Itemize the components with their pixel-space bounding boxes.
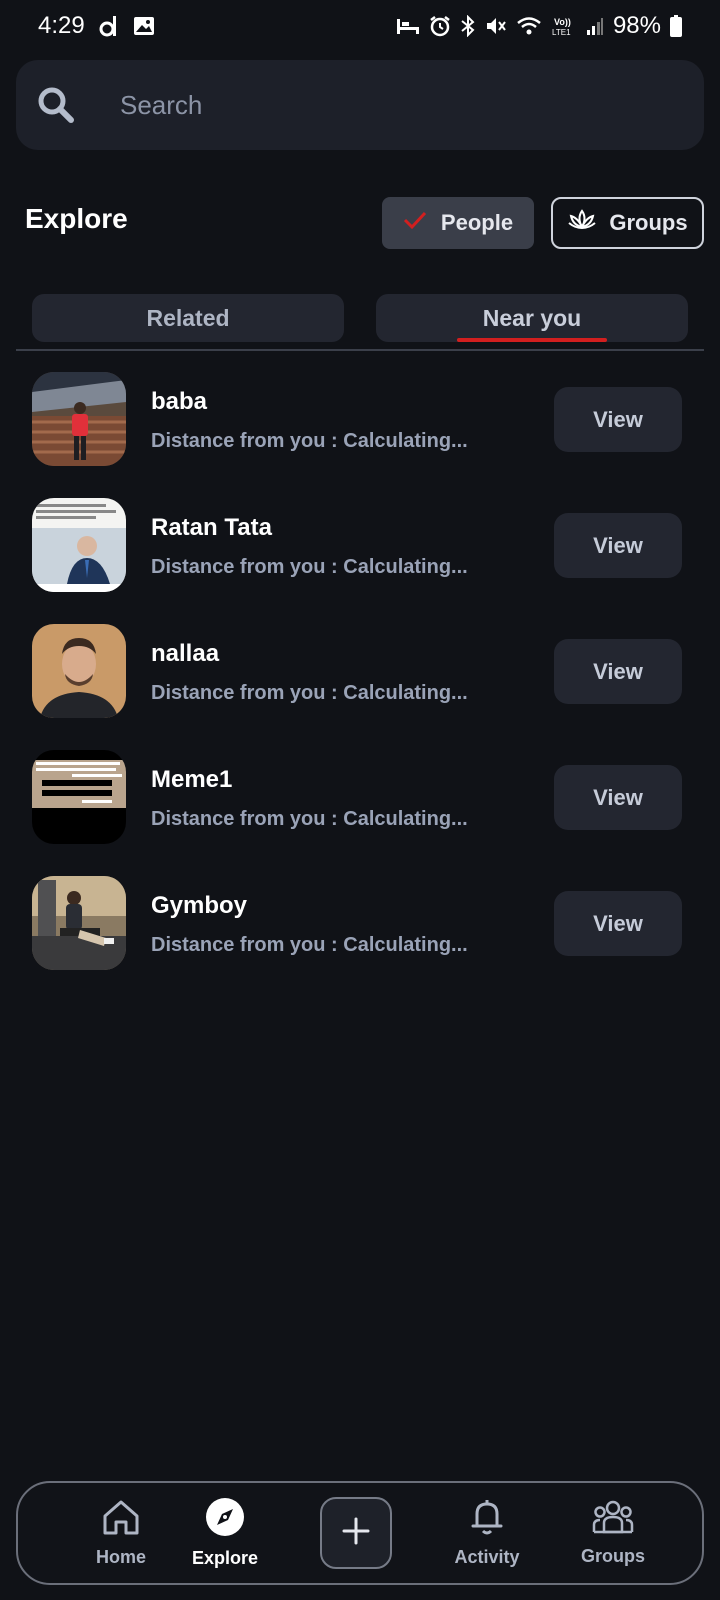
plus-icon [341, 1516, 371, 1551]
groups-filter-button[interactable]: Groups [551, 197, 704, 249]
nav-explore-label: Explore [191, 1548, 259, 1568]
avatar[interactable] [32, 498, 126, 592]
check-icon [403, 210, 427, 236]
bed-icon [396, 17, 420, 35]
nav-home-label: Home [95, 1547, 146, 1567]
view-button[interactable]: View [554, 765, 682, 830]
view-button[interactable]: View [554, 891, 682, 956]
bottom-nav: Home Explore Activity Groups [16, 1481, 704, 1585]
battery-icon [670, 15, 682, 37]
user-distance: Distance from you : Calculating... [151, 556, 468, 578]
add-post-button[interactable] [320, 1497, 392, 1569]
groups-filter-label: Groups [609, 210, 688, 235]
active-tab-indicator [457, 338, 607, 342]
search-input[interactable] [120, 89, 680, 121]
list-item: Ratan Tata Distance from you : Calculati… [0, 498, 720, 624]
volte-icon: Vo)) LTE1 [551, 15, 577, 37]
user-name: nallaa [151, 640, 220, 667]
list-item: nallaa Distance from you : Calculating..… [0, 624, 720, 750]
avatar[interactable] [32, 372, 126, 466]
nav-groups[interactable]: Groups [558, 1483, 668, 1583]
gallery-icon [133, 16, 155, 36]
svg-text:LTE1: LTE1 [552, 28, 571, 37]
view-button[interactable]: View [554, 513, 682, 578]
lotus-icon [567, 209, 597, 237]
avatar[interactable] [32, 624, 126, 718]
tabs-divider [16, 349, 704, 351]
nav-activity-label: Activity [454, 1547, 520, 1567]
compass-icon [205, 1497, 245, 1542]
avatar[interactable] [32, 876, 126, 970]
search-icon [36, 85, 76, 125]
nav-home[interactable]: Home [66, 1483, 176, 1583]
signal-icon [586, 16, 604, 36]
wifi-icon [516, 16, 542, 36]
nav-activity[interactable]: Activity [432, 1483, 542, 1583]
status-time: 4:29 [38, 12, 85, 39]
mute-icon [485, 16, 507, 36]
user-distance: Distance from you : Calculating... [151, 430, 468, 452]
bell-icon [469, 1498, 505, 1541]
bluetooth-icon [460, 15, 476, 37]
d-app-icon [99, 15, 119, 37]
user-name: Ratan Tata [151, 514, 272, 541]
user-distance: Distance from you : Calculating... [151, 808, 468, 830]
user-name: baba [151, 388, 208, 415]
status-left: 4:29 [38, 12, 155, 40]
avatar[interactable] [32, 750, 126, 844]
user-distance: Distance from you : Calculating... [151, 934, 468, 956]
user-name: Meme1 [151, 766, 233, 793]
people-filter-label: People [440, 210, 514, 235]
user-name: Gymboy [151, 892, 248, 919]
search-bar[interactable] [16, 60, 704, 150]
nav-groups-label: Groups [580, 1546, 645, 1566]
status-bar: 4:29 Vo)) LTE1 98% [0, 0, 720, 52]
view-button[interactable]: View [554, 387, 682, 452]
people-filter-button[interactable]: People [382, 197, 534, 249]
battery-percent: 98% [612, 12, 661, 39]
home-icon [101, 1498, 141, 1541]
people-group-icon [592, 1499, 634, 1540]
view-button[interactable]: View [554, 639, 682, 704]
nav-explore[interactable]: Explore [170, 1483, 280, 1583]
alarm-icon [429, 15, 451, 37]
list-item: baba Distance from you : Calculating... … [0, 372, 720, 498]
page-title: Explore [25, 203, 128, 234]
list-item: Gymboy Distance from you : Calculating..… [0, 876, 720, 1002]
tab-near-you[interactable]: Near you [376, 294, 688, 342]
user-list: baba Distance from you : Calculating... … [0, 372, 720, 1002]
tab-related[interactable]: Related [32, 294, 344, 342]
list-item: Meme1 Distance from you : Calculating...… [0, 750, 720, 876]
status-right: Vo)) LTE1 98% [396, 12, 682, 40]
svg-text:Vo)): Vo)) [554, 17, 571, 27]
user-distance: Distance from you : Calculating... [151, 682, 468, 704]
